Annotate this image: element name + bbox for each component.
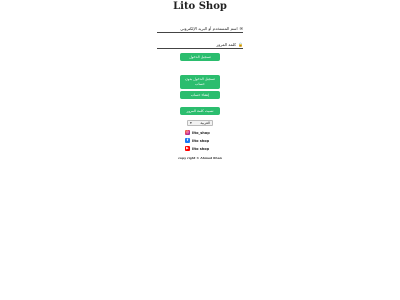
language-selected: العربية <box>200 121 210 125</box>
password-field[interactable] <box>157 44 243 49</box>
forgot-password-button[interactable]: نسيت كلمة المرور <box>180 107 220 115</box>
instagram-icon: ◎ <box>185 130 190 135</box>
email-field[interactable] <box>157 28 243 33</box>
login-button[interactable]: تسجيل الدخول <box>180 53 220 61</box>
facebook-icon: f <box>185 138 190 143</box>
page-title: Lito Shop <box>173 1 227 12</box>
language-select[interactable]: العربية ▾ <box>187 120 213 126</box>
social-label: lito_shop <box>192 130 210 135</box>
create-account-button[interactable]: إنشاء حساب <box>180 91 220 99</box>
youtube-icon: ▶ <box>185 146 190 151</box>
copyright: copy right © Ahmed Khan <box>178 156 222 160</box>
social-instagram[interactable]: ◎ lito_shop <box>185 130 210 135</box>
chevron-down-icon: ▾ <box>190 121 192 125</box>
social-facebook[interactable]: f lito shop <box>185 138 209 143</box>
social-label: lito shop <box>192 138 210 143</box>
social-label: lito shop <box>192 146 210 151</box>
social-youtube[interactable]: ▶ lito shop <box>185 146 209 151</box>
login-without-account-button[interactable]: تسجيل الدخول بدون حساب <box>180 75 220 89</box>
